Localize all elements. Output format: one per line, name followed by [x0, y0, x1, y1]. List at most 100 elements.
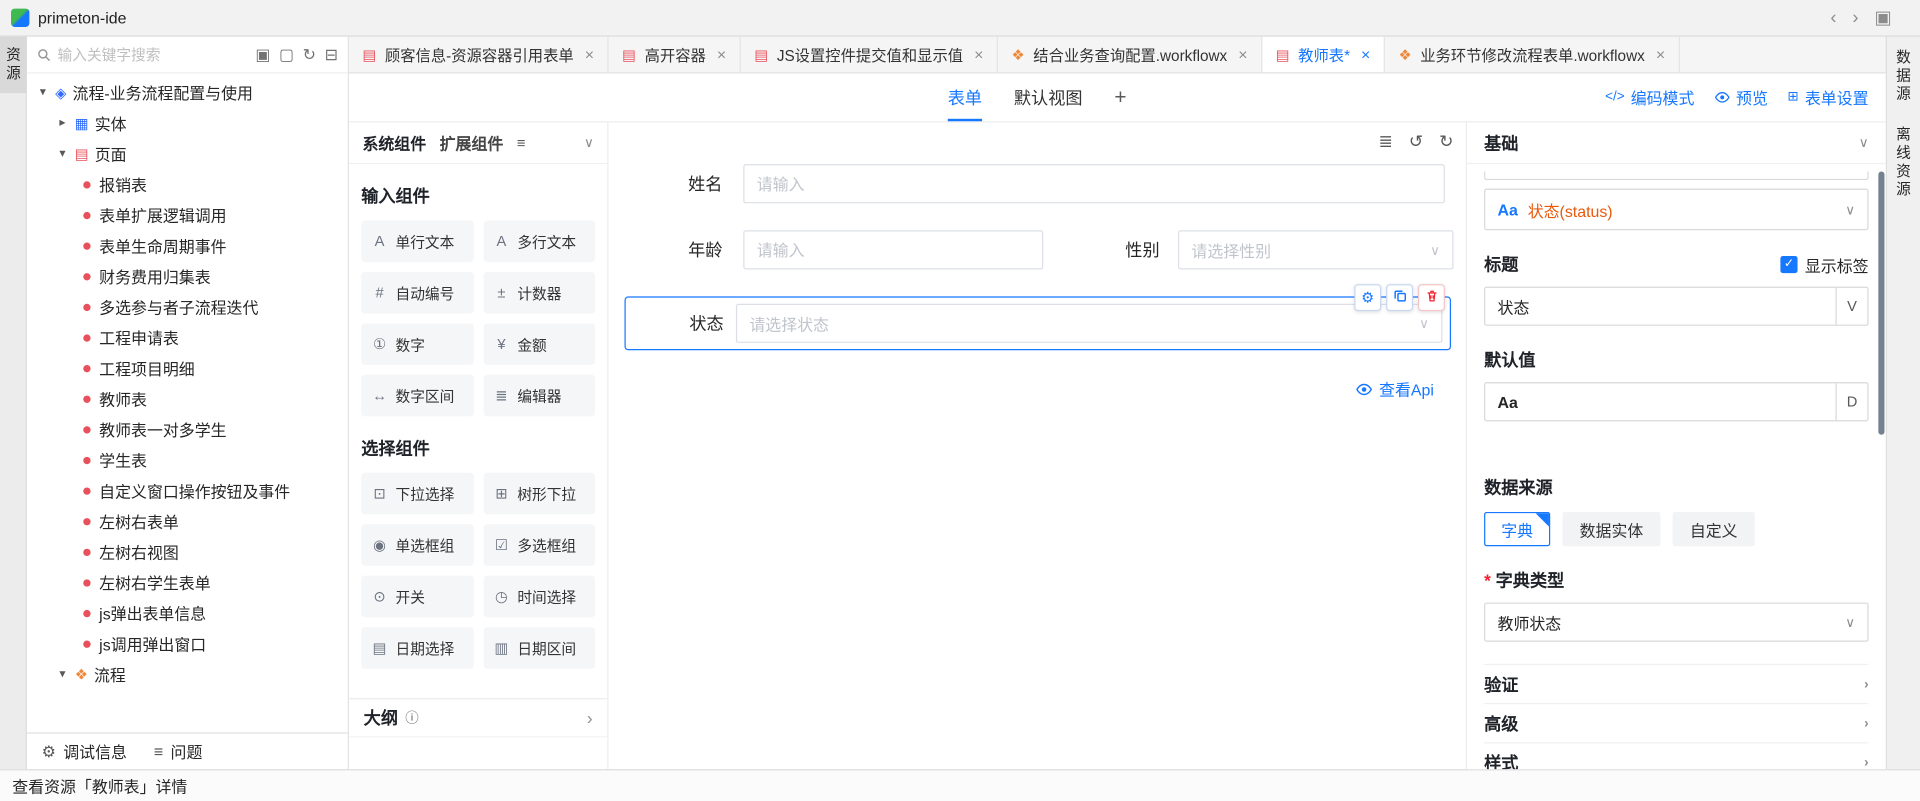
tree-pages-node[interactable]: ▾ ▤ 页面: [27, 138, 348, 169]
palette-menu-icon[interactable]: ≡: [517, 134, 526, 151]
data-source-entity-button[interactable]: 数据实体: [1562, 512, 1660, 546]
field-row-name[interactable]: 姓名: [629, 164, 1445, 203]
section-validation[interactable]: 验证 ›: [1484, 665, 1868, 704]
field-delete-button[interactable]: [1418, 284, 1445, 311]
tree-page-item[interactable]: 报销表: [27, 169, 348, 200]
palette-item[interactable]: ±计数器: [483, 272, 595, 314]
age-input[interactable]: [743, 230, 1043, 269]
editor-tab[interactable]: ❖ 结合业务查询配置.workflowx ×: [998, 37, 1262, 73]
resources-rail-tab[interactable]: 资源: [0, 37, 26, 93]
chevron-right-icon[interactable]: ›: [587, 708, 593, 728]
tab-form[interactable]: 表单: [948, 73, 982, 121]
default-value-input[interactable]: Aa D: [1484, 382, 1868, 421]
palette-item[interactable]: ⊙开关: [361, 576, 473, 618]
name-input[interactable]: [743, 164, 1445, 203]
palette-item[interactable]: ☑多选框组: [483, 524, 595, 566]
field-selector[interactable]: Aa 状态(status) ∨: [1484, 189, 1868, 231]
field-settings-button[interactable]: ⚙: [1354, 284, 1381, 311]
variable-binding-button[interactable]: V: [1836, 288, 1868, 325]
section-advanced[interactable]: 高级 ›: [1484, 704, 1868, 743]
tree-page-item[interactable]: js调用弹出窗口: [27, 628, 348, 659]
sidebar-search-input[interactable]: [58, 46, 250, 63]
age-input-control[interactable]: [757, 241, 1030, 259]
collapse-all-icon[interactable]: ⊟: [325, 45, 338, 65]
tree-page-item[interactable]: 教师表一对多学生: [27, 414, 348, 445]
chevron-down-icon[interactable]: ∨: [584, 135, 594, 151]
gender-select[interactable]: 请选择性别 ∨: [1178, 230, 1454, 269]
palette-item[interactable]: ▤日期选择: [361, 627, 473, 669]
add-view-icon[interactable]: +: [1114, 73, 1126, 121]
field-copy-button[interactable]: [1386, 284, 1413, 311]
status-select[interactable]: 请选择状态 ∨: [736, 304, 1443, 343]
palette-item[interactable]: ¥金额: [483, 323, 595, 365]
section-style[interactable]: 样式 ›: [1484, 743, 1868, 769]
palette-item[interactable]: ◉单选框组: [361, 524, 473, 566]
palette-item[interactable]: ▥日期区间: [483, 627, 595, 669]
editor-tab[interactable]: ▤ 高开容器 ×: [609, 37, 741, 73]
data-source-custom-button[interactable]: 自定义: [1673, 512, 1755, 546]
tab-close-icon[interactable]: ×: [717, 45, 726, 63]
palette-item[interactable]: #自动编号: [361, 272, 473, 314]
folder-icon[interactable]: ▢: [279, 45, 294, 65]
editor-tab[interactable]: ▤ JS设置控件提交值和显示值 ×: [741, 37, 998, 73]
editor-tab[interactable]: ❖ 业务环节修改流程表单.workflowx ×: [1385, 37, 1680, 73]
expander-closed-icon[interactable]: ▸: [56, 116, 68, 129]
palette-item[interactable]: A单行文本: [361, 220, 473, 262]
code-mode-button[interactable]: </> 编码模式: [1605, 86, 1694, 109]
tab-close-icon[interactable]: ×: [1238, 45, 1247, 63]
palette-item[interactable]: ◷时间选择: [483, 576, 595, 618]
scrollbar-thumb[interactable]: [1878, 171, 1884, 434]
view-api-link[interactable]: 查看Api: [1356, 377, 1434, 400]
dict-type-select[interactable]: 教师状态 ∨: [1484, 603, 1868, 642]
tab-system-components[interactable]: 系统组件: [362, 131, 426, 154]
tree-page-item[interactable]: 左树右学生表单: [27, 567, 348, 598]
tree-page-item[interactable]: 财务费用归集表: [27, 261, 348, 292]
name-input-control[interactable]: [757, 175, 1432, 193]
tree-page-item[interactable]: 多选参与者子流程迭代: [27, 291, 348, 322]
tab-close-icon[interactable]: ×: [974, 45, 983, 63]
history-forward-icon[interactable]: ›: [1852, 9, 1858, 27]
tree-entity-node[interactable]: ▸ ▦ 实体: [27, 108, 348, 139]
form-settings-button[interactable]: ⊞ 表单设置: [1787, 86, 1868, 109]
tree-page-item[interactable]: 教师表: [27, 383, 348, 414]
tree-process-node[interactable]: ▾ ❖ 流程: [27, 659, 348, 690]
datasource-rail-tab[interactable]: 数据源: [1891, 47, 1917, 107]
debug-info-tab[interactable]: ⚙ 调试信息: [42, 740, 127, 763]
editor-tab[interactable]: ▤ 顾客信息-资源容器引用表单 ×: [349, 37, 609, 73]
problems-tab[interactable]: ≡ 问题: [154, 740, 203, 763]
expander-open-icon[interactable]: ▾: [56, 668, 68, 681]
tab-close-icon[interactable]: ×: [1656, 45, 1665, 63]
tree-page-item[interactable]: 表单生命周期事件: [27, 230, 348, 261]
preview-button[interactable]: 预览: [1714, 86, 1768, 109]
locate-file-icon[interactable]: ▣: [255, 45, 270, 65]
offline-resources-rail-tab[interactable]: 离线资源: [1891, 124, 1917, 202]
selected-field-status[interactable]: ⚙ 状态 请选择状态 ∨: [624, 296, 1451, 350]
palette-item[interactable]: A多行文本: [483, 220, 595, 262]
editor-tab-active[interactable]: ▤ 教师表* ×: [1262, 37, 1385, 73]
redo-icon[interactable]: ↻: [1439, 130, 1453, 151]
refresh-icon[interactable]: ↻: [303, 45, 316, 65]
data-source-dict-button[interactable]: 字典: [1484, 512, 1550, 546]
palette-item[interactable]: ≣编辑器: [483, 375, 595, 417]
align-layout-icon[interactable]: ≣: [1379, 130, 1393, 151]
tree-page-item[interactable]: js弹出表单信息: [27, 598, 348, 629]
tree-page-item[interactable]: 学生表: [27, 445, 348, 476]
show-label-toggle[interactable]: ✓ 显示标签: [1780, 253, 1868, 276]
dynamic-binding-button[interactable]: D: [1836, 383, 1868, 420]
expander-open-icon[interactable]: ▾: [56, 147, 68, 160]
palette-item[interactable]: ①数字: [361, 323, 473, 365]
properties-header[interactable]: 基础 ∨: [1467, 122, 1886, 164]
tab-default-view[interactable]: 默认视图: [1014, 73, 1083, 121]
save-layout-icon[interactable]: ▣: [1874, 9, 1891, 27]
tree-root-node[interactable]: ▾ ◈ 流程-业务流程配置与使用: [27, 77, 348, 108]
tree-page-item[interactable]: 表单扩展逻辑调用: [27, 200, 348, 231]
checkbox-checked-icon[interactable]: ✓: [1780, 256, 1797, 273]
title-input-control[interactable]: [1485, 297, 1835, 315]
tree-page-item[interactable]: 自定义窗口操作按钮及事件: [27, 475, 348, 506]
outline-bar[interactable]: 大纲 ⓘ ›: [349, 698, 607, 737]
tree-page-item[interactable]: 左树右视图: [27, 536, 348, 567]
undo-icon[interactable]: ↺: [1409, 130, 1423, 151]
tab-close-icon[interactable]: ×: [1361, 45, 1370, 63]
title-input[interactable]: V: [1484, 287, 1868, 326]
tree-page-item[interactable]: 左树右表单: [27, 506, 348, 537]
